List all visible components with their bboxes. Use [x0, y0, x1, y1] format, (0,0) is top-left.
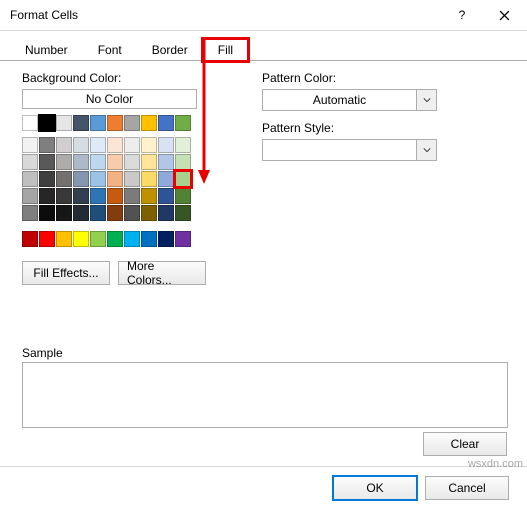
color-swatch[interactable] — [56, 231, 72, 247]
tab-bar: Number Font Border Fill — [0, 31, 527, 61]
pattern-color-label: Pattern Color: — [262, 71, 511, 85]
color-swatch[interactable] — [73, 205, 89, 221]
color-swatch[interactable] — [39, 137, 55, 153]
color-swatch[interactable] — [175, 115, 191, 131]
color-swatch[interactable] — [56, 171, 72, 187]
cancel-button[interactable]: Cancel — [425, 476, 509, 500]
color-swatch[interactable] — [90, 137, 106, 153]
color-swatch[interactable] — [124, 115, 140, 131]
color-swatch[interactable] — [158, 231, 174, 247]
color-swatch[interactable] — [158, 205, 174, 221]
color-swatch[interactable] — [107, 137, 123, 153]
color-swatch[interactable] — [56, 115, 72, 131]
color-swatch[interactable] — [158, 137, 174, 153]
watermark: wsxdn.com — [468, 458, 523, 470]
sample-label: Sample — [22, 346, 508, 360]
help-button[interactable]: ? — [441, 1, 483, 29]
color-swatch[interactable] — [39, 171, 55, 187]
color-swatch[interactable] — [73, 115, 89, 131]
pattern-style-dropdown[interactable] — [262, 139, 437, 161]
color-swatch[interactable] — [107, 188, 123, 204]
color-swatch[interactable] — [107, 231, 123, 247]
close-icon — [499, 10, 510, 21]
color-swatch[interactable] — [107, 171, 123, 187]
color-swatch[interactable] — [158, 188, 174, 204]
color-swatch[interactable] — [175, 171, 191, 187]
color-swatch[interactable] — [22, 154, 38, 170]
color-swatch[interactable] — [56, 188, 72, 204]
color-swatch[interactable] — [124, 154, 140, 170]
tab-font[interactable]: Font — [83, 39, 137, 61]
color-swatch[interactable] — [141, 115, 157, 131]
color-swatch[interactable] — [56, 137, 72, 153]
color-swatch[interactable] — [175, 154, 191, 170]
color-swatch[interactable] — [124, 137, 140, 153]
color-swatch[interactable] — [39, 115, 55, 131]
tab-number[interactable]: Number — [10, 39, 83, 61]
window-title: Format Cells — [10, 8, 441, 22]
no-color-button[interactable]: No Color — [22, 89, 197, 109]
color-swatch[interactable] — [158, 171, 174, 187]
pattern-color-dropdown[interactable]: Automatic — [262, 89, 437, 111]
fill-effects-button[interactable]: Fill Effects... — [22, 261, 110, 285]
theme-tints-grid — [22, 137, 191, 221]
color-swatch[interactable] — [141, 137, 157, 153]
color-swatch[interactable] — [73, 171, 89, 187]
ok-button[interactable]: OK — [333, 476, 417, 500]
tab-border[interactable]: Border — [137, 39, 203, 61]
color-swatch[interactable] — [158, 115, 174, 131]
color-swatch[interactable] — [39, 231, 55, 247]
color-swatch[interactable] — [107, 154, 123, 170]
color-swatch[interactable] — [90, 171, 106, 187]
color-swatch[interactable] — [73, 154, 89, 170]
standard-colors-row — [22, 231, 191, 247]
color-swatch[interactable] — [175, 231, 191, 247]
color-swatch[interactable] — [141, 188, 157, 204]
color-swatch[interactable] — [124, 188, 140, 204]
chevron-down-icon — [416, 90, 436, 110]
theme-colors-row — [22, 115, 191, 131]
color-swatch[interactable] — [73, 137, 89, 153]
color-swatch[interactable] — [175, 137, 191, 153]
clear-button[interactable]: Clear — [423, 432, 507, 456]
color-swatch[interactable] — [107, 205, 123, 221]
color-swatch[interactable] — [22, 205, 38, 221]
color-swatch[interactable] — [22, 115, 38, 131]
color-swatch[interactable] — [124, 171, 140, 187]
color-swatch[interactable] — [22, 137, 38, 153]
color-swatch[interactable] — [141, 231, 157, 247]
color-swatch[interactable] — [141, 154, 157, 170]
color-swatch[interactable] — [90, 205, 106, 221]
color-swatch[interactable] — [124, 231, 140, 247]
color-swatch[interactable] — [90, 188, 106, 204]
color-swatch[interactable] — [56, 154, 72, 170]
color-swatch[interactable] — [141, 205, 157, 221]
color-swatch[interactable] — [90, 231, 106, 247]
color-swatch[interactable] — [22, 188, 38, 204]
color-swatch[interactable] — [141, 171, 157, 187]
pattern-style-label: Pattern Style: — [262, 121, 511, 135]
color-swatch[interactable] — [22, 231, 38, 247]
chevron-down-icon — [416, 140, 436, 160]
color-swatch[interactable] — [175, 188, 191, 204]
color-swatch[interactable] — [107, 115, 123, 131]
color-swatch[interactable] — [90, 115, 106, 131]
close-button[interactable] — [483, 1, 525, 29]
background-color-label: Background Color: — [22, 71, 222, 85]
color-swatch[interactable] — [73, 231, 89, 247]
color-swatch[interactable] — [39, 154, 55, 170]
pattern-color-value: Automatic — [263, 93, 416, 107]
color-swatch[interactable] — [22, 171, 38, 187]
color-swatch[interactable] — [73, 188, 89, 204]
color-swatch[interactable] — [158, 154, 174, 170]
sample-preview — [22, 362, 508, 428]
color-swatch[interactable] — [39, 205, 55, 221]
color-swatch[interactable] — [90, 154, 106, 170]
color-swatch[interactable] — [56, 205, 72, 221]
color-swatch[interactable] — [175, 205, 191, 221]
color-swatch[interactable] — [39, 188, 55, 204]
color-swatch[interactable] — [124, 205, 140, 221]
more-colors-button[interactable]: More Colors... — [118, 261, 206, 285]
tab-fill[interactable]: Fill — [203, 39, 248, 61]
